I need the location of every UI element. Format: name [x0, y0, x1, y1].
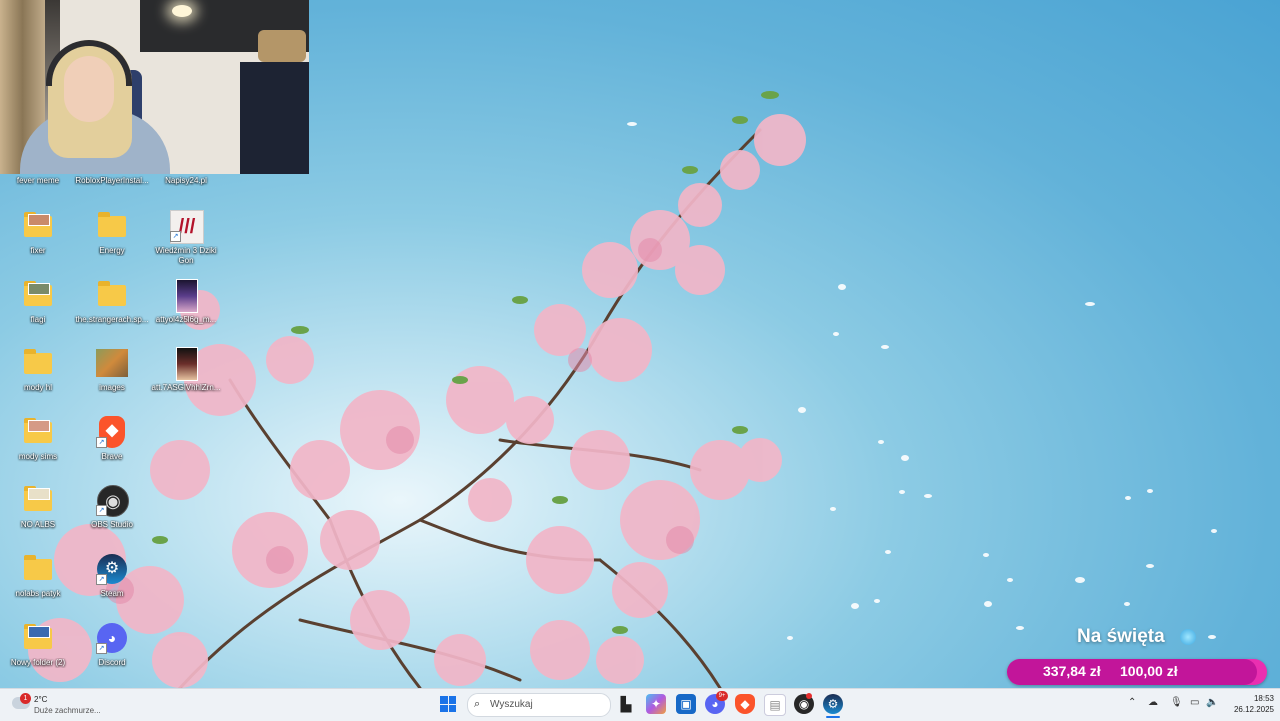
desktop-icon-label: Nowy folder (2)	[10, 658, 66, 667]
task-view-icon[interactable]: ▙	[616, 694, 636, 714]
windows-start-icon[interactable]	[440, 696, 456, 712]
desktop-icon-label: Steam	[100, 589, 124, 598]
shortcut-arrow-icon: ↗	[96, 643, 107, 654]
donation-goal-title: Na święta	[1077, 626, 1165, 647]
donation-goal-amount: 100,00 zł	[1120, 663, 1178, 679]
active-app-indicator	[826, 716, 840, 718]
desktop-icon-strangerach[interactable]: the.strangerach.sp...	[74, 279, 150, 325]
volume-icon[interactable]: 🔈	[1206, 697, 1218, 708]
copilot-icon[interactable]: ✦	[646, 694, 666, 714]
desktop-icon-discord[interactable]: ◕ ↗ Discord	[74, 622, 150, 668]
folder-icon	[24, 349, 52, 374]
brave-taskbar-icon[interactable]: ◆	[735, 694, 755, 714]
desktop-icon-label: RobloxPlayerInstal...	[75, 176, 149, 185]
weather-description: Duże zachmurze...	[34, 706, 101, 715]
steam-taskbar-icon[interactable]: ⚙	[823, 694, 843, 714]
shortcut-arrow-icon: ↗	[96, 574, 107, 585]
desktop-icon-mody-sims[interactable]: mody sims	[0, 416, 76, 462]
image-thumbnail-icon	[96, 349, 128, 377]
desktop-icon-att7asg[interactable]: att.7ASGlVhhlZrn...	[148, 347, 224, 393]
folder-icon	[24, 212, 52, 237]
search-placeholder: Wyszukaj	[490, 699, 533, 710]
cloud-sync-icon[interactable]: ☁	[1148, 697, 1158, 708]
desktop-icon-label: att.7ASGlVhhlZrn...	[151, 383, 221, 392]
folder-icon	[98, 212, 126, 237]
image-thumbnail-icon	[176, 347, 198, 381]
folder-icon	[24, 418, 52, 443]
microphone-icon[interactable]: 🎙	[1170, 697, 1183, 708]
microsoft-store-icon[interactable]: ▣	[676, 694, 696, 714]
clock-date: 26.12.2025	[1233, 705, 1274, 714]
folder-icon	[98, 281, 126, 306]
recording-dot-icon	[806, 693, 812, 699]
desktop-icon-label: NO ALBS	[20, 520, 56, 529]
desktop-icon-energy[interactable]: Energy	[74, 210, 150, 256]
shortcut-arrow-icon: ↗	[170, 231, 181, 242]
webcam-overlay	[0, 0, 309, 174]
desktop-icon-obs-studio[interactable]: ◉ ↗ OBS Studio	[74, 484, 150, 530]
donation-current-amount: 337,84 zł	[1043, 663, 1101, 679]
clock-time: 18:53	[1253, 694, 1274, 703]
chevron-up-icon[interactable]: ⌃	[1128, 697, 1136, 708]
folder-icon	[24, 486, 52, 511]
desktop-icon-flagi[interactable]: flagi	[0, 279, 76, 325]
desktop-icon-label: Discord	[98, 658, 126, 667]
desktop-icon-attyol[interactable]: attyol4z5l6g_m...	[148, 279, 224, 325]
webcam-lamp	[172, 5, 192, 17]
image-thumbnail-icon	[176, 279, 198, 313]
file-explorer-icon[interactable]: ▤	[764, 694, 786, 716]
snowflake-icon	[1180, 629, 1196, 645]
desktop-icon-mody-hl[interactable]: mody hl	[0, 347, 76, 393]
desktop-icon-label: nolabs patyk	[15, 589, 61, 598]
desktop-icon-nolabs-patyk[interactable]: nolabs patyk	[0, 553, 76, 599]
webcam-monitor	[240, 62, 309, 174]
desktop-icon-label: the.strangerach.sp...	[75, 315, 149, 324]
network-icon[interactable]: ▭	[1190, 697, 1199, 708]
desktop-icon-label: fever meme	[16, 176, 60, 185]
desktop-icon-wiedzmin-3[interactable]: ///↗ Wiedźmin 3 Dziki Gon	[148, 210, 224, 266]
weather-temperature: 2°C	[34, 695, 48, 704]
desktop-icon-nowy-folder[interactable]: Nowy folder (2)	[0, 622, 76, 668]
desktop-icon-brave[interactable]: ◆ ↗ Brave	[74, 416, 150, 462]
desktop-icon-roblox-installer[interactable]: RobloxPlayerInstal...	[74, 172, 150, 186]
webcam-speaker	[258, 30, 306, 62]
desktop-icon-label: Brave	[101, 452, 123, 461]
desktop-icon-label: mody hl	[23, 383, 52, 392]
desktop-icon-label: flagi	[30, 315, 46, 324]
desktop-icon-label: OBS Studio	[91, 520, 133, 529]
taskbar-search-box[interactable]: ⌕ Wyszukaj	[467, 693, 611, 717]
desktop-icon-label: fixer	[30, 246, 46, 255]
desktop-icon-label: images	[99, 383, 125, 392]
weather-alert-badge: 1	[20, 693, 31, 704]
shortcut-arrow-icon: ↗	[96, 505, 107, 516]
folder-icon	[24, 555, 52, 580]
desktop-icon-label: Wiedźmin 3 Dziki Gon	[155, 246, 217, 265]
taskbar: 1 2°C Duże zachmurze...	[0, 688, 1280, 721]
desktop-icon-napisy24[interactable]: Napisy24.pl	[148, 172, 224, 186]
search-icon: ⌕	[474, 698, 481, 710]
discord-notification-badge: 9+	[716, 691, 728, 701]
desktop-icon-label: Energy	[99, 246, 125, 255]
taskbar-clock[interactable]: 18:53 26.12.2025	[1222, 693, 1274, 715]
desktop-icon-fixer[interactable]: fixer	[0, 210, 76, 256]
donation-progress-bar: 337,84 zł 100,00 zł	[1007, 659, 1267, 685]
weather-widget[interactable]: 1 2°C Duże zachmurze...	[10, 693, 130, 717]
desktop-icon-steam[interactable]: ⚙ ↗ Steam	[74, 553, 150, 599]
desktop-icon-label: attyol4z5l6g_m...	[155, 315, 217, 324]
desktop-icon-fever-meme[interactable]: fever meme	[0, 172, 76, 186]
shortcut-arrow-icon: ↗	[96, 437, 107, 448]
folder-icon	[24, 281, 52, 306]
desktop-icon-no-albs[interactable]: NO ALBS	[0, 484, 76, 530]
desktop-icon-label: mody sims	[18, 452, 58, 461]
desktop-icon-images[interactable]: images	[74, 347, 150, 393]
desktop-icon-label: Napisy24.pl	[165, 176, 207, 185]
folder-icon	[24, 624, 52, 649]
